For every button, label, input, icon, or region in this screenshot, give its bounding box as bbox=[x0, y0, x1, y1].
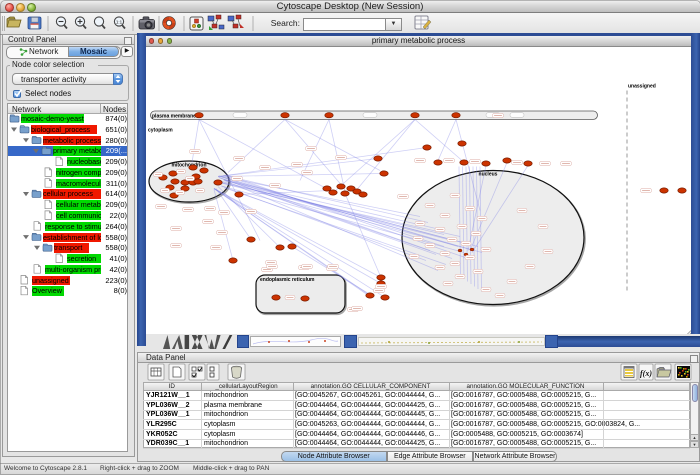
svg-text:f(x): f(x) bbox=[640, 369, 652, 378]
